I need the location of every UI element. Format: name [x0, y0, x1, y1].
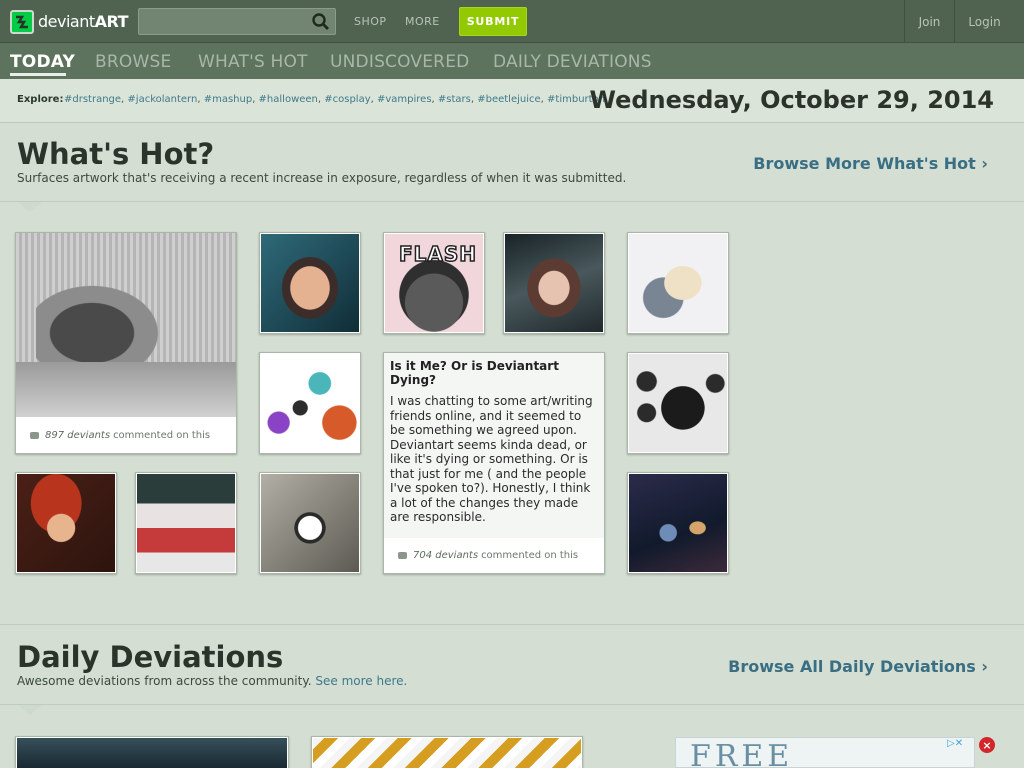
- daily-deviation-thumbnail[interactable]: [15, 736, 289, 768]
- comment-count: 704 deviants commented on this: [384, 538, 604, 573]
- tag-link[interactable]: #vampires: [377, 94, 432, 105]
- search-box: [138, 8, 336, 35]
- deviation-thumbnail[interactable]: FLASH: [383, 232, 485, 334]
- tag-link[interactable]: #cosplay: [324, 94, 370, 105]
- daily-deviation-thumbnail[interactable]: [311, 736, 583, 768]
- shop-link[interactable]: SHOP: [354, 15, 387, 28]
- chevron-right-icon: ›: [981, 657, 988, 676]
- tag-link[interactable]: #jackolantern: [127, 94, 197, 105]
- tab-browse[interactable]: BROWSE: [95, 52, 171, 72]
- section-divider: [0, 201, 1024, 202]
- tab-daily-deviations[interactable]: DAILY DEVIATIONS: [493, 52, 652, 72]
- ad-text: FREE: [690, 739, 794, 768]
- featured-deviation[interactable]: 897 deviants commented on this: [15, 232, 237, 454]
- section-tabs: TODAY BROWSE WHAT'S HOT UNDISCOVERED DAI…: [0, 43, 1024, 79]
- browse-more-whats-hot-link[interactable]: Browse More What's Hot ›: [753, 154, 988, 173]
- deviation-thumbnail[interactable]: [627, 352, 729, 454]
- see-more-link[interactable]: See more here.: [315, 674, 407, 688]
- search-input[interactable]: [139, 9, 309, 34]
- journal-card[interactable]: Is it Me? Or is Deviantart Dying? I was …: [383, 352, 605, 574]
- tab-whats-hot[interactable]: WHAT'S HOT: [198, 52, 308, 72]
- section-divider: [0, 704, 1024, 705]
- logo-wordmark: deviantART: [38, 12, 129, 31]
- explore-strip: Explore: #drstrange, #jackolantern, #mas…: [0, 79, 1024, 123]
- tab-undiscovered[interactable]: UNDISCOVERED: [330, 52, 469, 72]
- browse-all-daily-deviations-link[interactable]: Browse All Daily Deviations ›: [728, 657, 988, 676]
- explore-tags: #drstrange, #jackolantern, #mashup, #hal…: [64, 94, 609, 105]
- ad-choices-icon[interactable]: ▷✕: [947, 738, 963, 752]
- comment-bubble-icon: [30, 432, 39, 439]
- deviantart-logo[interactable]: deviantART: [10, 9, 129, 34]
- deviation-thumbnail[interactable]: [135, 472, 237, 574]
- daily-deviations-subtitle: Awesome deviations from across the commu…: [17, 674, 408, 688]
- section-divider: [0, 624, 1024, 625]
- deviation-thumbnail[interactable]: [259, 232, 361, 334]
- tag-link[interactable]: #mashup: [204, 94, 252, 105]
- deviation-thumbnail: [16, 233, 236, 417]
- comment-count: 897 deviants commented on this: [16, 418, 236, 453]
- deviation-thumbnail[interactable]: [627, 472, 729, 574]
- deviation-thumbnail[interactable]: [15, 472, 117, 574]
- deviantart-logo-icon: [10, 9, 34, 34]
- tab-today[interactable]: TODAY: [10, 52, 75, 72]
- deviation-thumbnail[interactable]: [503, 232, 605, 334]
- active-tab-indicator: [10, 73, 66, 76]
- journal-excerpt: I was chatting to some art/writing frien…: [390, 394, 593, 524]
- chevron-right-icon: ›: [981, 154, 988, 173]
- submit-button[interactable]: SUBMIT: [459, 7, 527, 36]
- section-notch: [18, 202, 42, 212]
- current-date: Wednesday, October 29, 2014: [589, 86, 994, 114]
- deviation-thumbnail[interactable]: [259, 472, 361, 574]
- tag-link[interactable]: #stars: [438, 94, 471, 105]
- deviation-thumbnail[interactable]: [259, 352, 361, 454]
- close-ad-icon[interactable]: ×: [979, 737, 995, 753]
- top-bar: deviantART SHOP MORE SUBMIT Join Login: [0, 0, 1024, 43]
- comment-bubble-icon: [398, 552, 407, 559]
- whats-hot-title: What's Hot?: [17, 137, 215, 171]
- advertisement[interactable]: FREE: [675, 737, 975, 768]
- deviation-thumbnail[interactable]: [627, 232, 729, 334]
- whats-hot-subtitle: Surfaces artwork that's receiving a rece…: [17, 171, 627, 185]
- join-link[interactable]: Join: [904, 0, 954, 43]
- explore-label: Explore:: [17, 94, 64, 105]
- flash-text: FLASH: [398, 241, 478, 267]
- tag-link[interactable]: #beetlejuice: [477, 94, 540, 105]
- more-link[interactable]: MORE: [405, 15, 440, 28]
- journal-title: Is it Me? Or is Deviantart Dying?: [390, 359, 559, 387]
- search-icon[interactable]: [311, 12, 331, 32]
- daily-deviations-title: Daily Deviations: [17, 640, 284, 674]
- login-link[interactable]: Login: [954, 0, 1014, 43]
- tag-link[interactable]: #halloween: [259, 94, 318, 105]
- section-notch: [18, 705, 42, 715]
- tag-link[interactable]: #drstrange: [64, 94, 121, 105]
